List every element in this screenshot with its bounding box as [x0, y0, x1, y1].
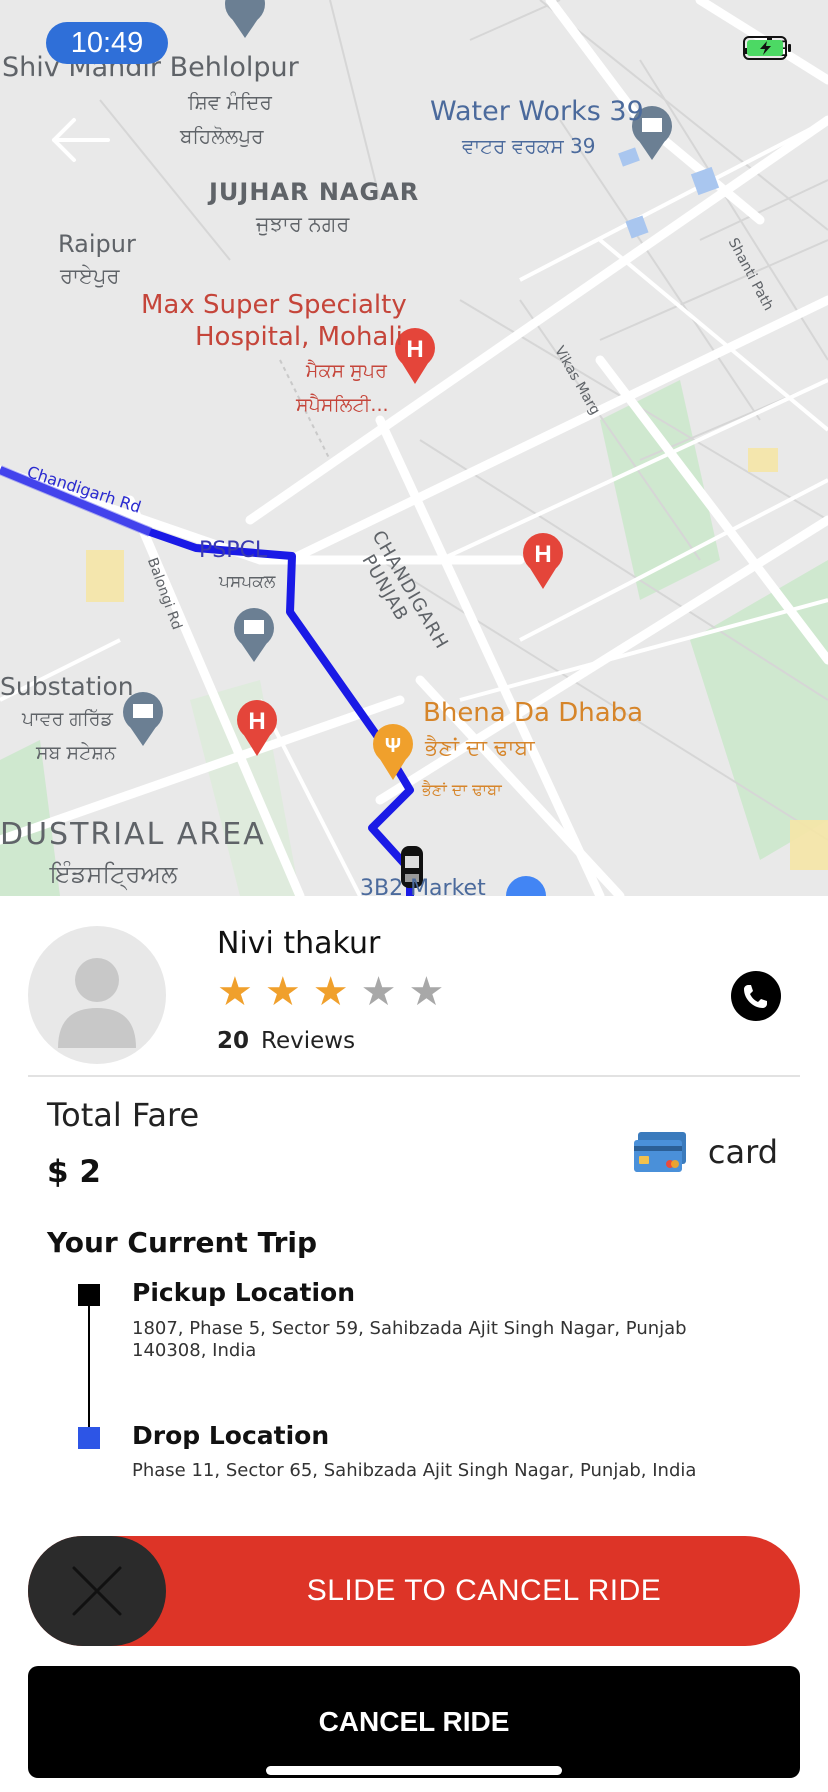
map-label-raipur: Raipur	[58, 230, 136, 258]
review-count: 20 Reviews	[217, 1028, 355, 1054]
back-button[interactable]	[46, 110, 116, 170]
map-label-jujhar-pa: ਜੁਝਾਰ ਨਗਰ	[256, 212, 350, 236]
driver-name: Nivi thakur	[217, 926, 381, 961]
map-label-pspcl: PSPCL	[199, 538, 268, 563]
map-label-max-hospital-2: Hospital, Mohali	[195, 322, 403, 352]
trip-connector-line	[88, 1306, 90, 1427]
slider-handle[interactable]	[28, 1536, 166, 1646]
drop-address: Phase 11, Sector 65, Sahibzada Ajit Sing…	[132, 1460, 697, 1481]
map-label-industrial-pa: ਇੰਡਸਟ੍ਰਿਅਲ	[50, 860, 178, 888]
map-label-substation-pa-2: ਸਬ ਸਟੇਸ਼ਨ	[36, 742, 116, 764]
map-label-water-works-pa: ਵਾਟਰ ਵਰਕਸ 39	[462, 134, 596, 158]
pickup-marker-icon	[78, 1284, 100, 1306]
map-label-substation: Substation	[0, 672, 134, 701]
map-view[interactable]: H H H Ψ Shiv Mandir Behlolpur ਸ਼ਿਵ ਮੰਦਿਰ…	[0, 0, 828, 896]
map-label-pspcl-pa: ਪਸਪਕਲ	[219, 572, 276, 592]
reviews-label: Reviews	[261, 1028, 356, 1054]
pickup-location-label: Pickup Location	[132, 1278, 356, 1307]
map-label-shiv-mandir-pa2: ਬਹਿਲੋਲਪੁਰ	[180, 124, 264, 148]
ride-details-sheet: Nivi thakur ★ ★ ★ ★ ★ 20 Reviews Total Fare $…	[0, 896, 828, 1792]
cancel-ride-button[interactable]: CANCEL RIDE	[28, 1666, 800, 1778]
map-label-max-pa: ਮੈਕਸ ਸੁਪਰ	[306, 360, 387, 382]
credit-card-icon	[633, 1132, 686, 1172]
review-count-number: 20	[217, 1028, 250, 1054]
map-label-market: 3B2 Market	[360, 876, 486, 897]
star-filled-icon: ★	[217, 969, 253, 1015]
svg-text:H: H	[248, 708, 265, 735]
phone-icon	[744, 985, 767, 1008]
total-fare-label: Total Fare	[47, 1096, 200, 1134]
svg-text:H: H	[406, 336, 423, 363]
status-time: 10:49	[46, 22, 168, 64]
call-driver-button[interactable]	[731, 971, 781, 1021]
back-arrow-icon	[52, 118, 110, 162]
total-fare-amount: $ 2	[47, 1154, 101, 1190]
slide-to-cancel-slider[interactable]: SLIDE TO CANCEL RIDE	[28, 1536, 800, 1646]
pickup-address: 1807, Phase 5, Sector 59, Sahibzada Ajit…	[132, 1318, 687, 1361]
map-label-industrial-area: DUSTRIAL AREA	[0, 817, 266, 852]
map-label-shiv-mandir-pa: ਸ਼ਿਵ ਮੰਦਿਰ	[188, 90, 272, 114]
map-label-max-pa-2: ਸਪੈਸਲਿਟੀ...	[296, 394, 389, 416]
svg-text:Ψ: Ψ	[385, 735, 401, 757]
divider	[28, 1075, 800, 1077]
drop-location-label: Drop Location	[132, 1421, 330, 1450]
drop-marker-icon	[78, 1427, 100, 1449]
close-icon	[72, 1566, 122, 1616]
map-label-raipur-pa: ਰਾਏਪੁਰ	[60, 264, 120, 288]
map-label-dhaba-pa-2: ਭੈਣਾਂ ਦਾ ਢਾਬਾ	[422, 780, 502, 799]
map-label-max-hospital: Max Super Specialty	[141, 290, 407, 320]
map-roads: H H H Ψ	[0, 0, 828, 896]
star-empty-icon: ★	[408, 969, 445, 1015]
payment-method-label: card	[707, 1133, 778, 1171]
avatar	[28, 926, 166, 1064]
current-trip-title: Your Current Trip	[47, 1226, 318, 1259]
map-label-bhena-dhaba: Bhena Da Dhaba	[423, 698, 644, 728]
star-filled-icon: ★	[312, 969, 349, 1015]
svg-text:H: H	[534, 541, 551, 568]
rating-stars: ★ ★ ★ ★ ★	[217, 970, 444, 1014]
user-silhouette-icon	[58, 958, 136, 1048]
star-filled-icon: ★	[264, 969, 301, 1015]
map-label-substation-pa: ਪਾਵਰ ਗਰਿੱਡ	[22, 708, 113, 730]
map-label-dhaba-pa: ਭੈਣਾਂ ਦਾ ਢਾਬਾ	[425, 736, 535, 761]
payment-method[interactable]: card	[632, 1130, 778, 1174]
home-indicator	[266, 1766, 562, 1775]
status-bar-right: LTE	[743, 36, 794, 62]
map-label-water-works: Water Works 39	[430, 96, 644, 127]
map-label-jujhar-nagar: JUJHAR NAGAR	[209, 178, 420, 206]
slide-to-cancel-label: SLIDE TO CANCEL RIDE	[306, 1574, 662, 1607]
star-empty-icon: ★	[360, 969, 397, 1015]
